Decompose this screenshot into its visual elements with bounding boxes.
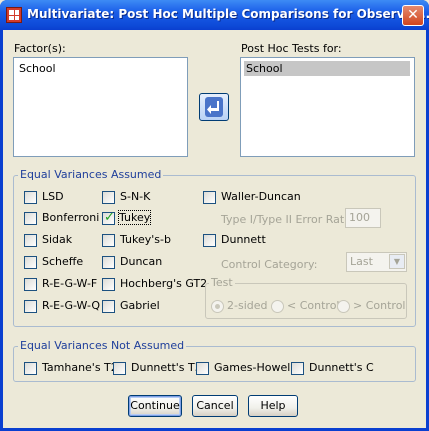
tukeys-b-checkbox[interactable] (102, 234, 115, 247)
dunnett-label[interactable]: Dunnett (221, 233, 266, 246)
games-howell-label[interactable]: Games-Howell (214, 361, 293, 374)
title-bar[interactable]: Multivariate: Post Hoc Multiple Comparis… (0, 0, 429, 30)
cancel-button[interactable]: Cancel (192, 395, 238, 417)
gabriel-checkbox[interactable] (102, 300, 115, 313)
waller-duncan-checkbox[interactable] (203, 191, 216, 204)
two-sided-radio[interactable] (211, 300, 224, 313)
posthoc-label: Post Hoc Tests for: (241, 42, 342, 55)
dialog-body: Factor(s): School Post Hoc Tests for: Sc… (3, 30, 426, 428)
two-sided-label[interactable]: 2-sided (227, 299, 268, 312)
control-category-label: Control Category: (221, 258, 318, 271)
tukeys-b-label[interactable]: Tukey's-b (120, 233, 171, 246)
bonferroni-label[interactable]: Bonferroni (42, 211, 99, 224)
tukey-label[interactable]: Tukey (117, 210, 152, 225)
lsd-label[interactable]: LSD (42, 190, 64, 203)
close-button[interactable]: ✕ (402, 5, 424, 26)
snk-label[interactable]: S-N-K (120, 190, 150, 203)
dunnett-t3-label[interactable]: Dunnett's T3 (131, 361, 202, 374)
posthoc-item-school[interactable]: School (244, 61, 410, 76)
sidak-label[interactable]: Sidak (42, 233, 72, 246)
less-control-label[interactable]: < Control (287, 299, 339, 312)
error-ratio-label: Type I/Type II Error Ratio: (221, 213, 358, 226)
error-ratio-input[interactable]: 100 (345, 208, 381, 228)
arrow-left-icon (205, 97, 223, 117)
chevron-down-icon: ▼ (389, 254, 405, 269)
bonferroni-checkbox[interactable] (24, 212, 37, 225)
factors-label: Factor(s): (14, 42, 66, 55)
tamhane-label[interactable]: Tamhane's T2 (42, 361, 118, 374)
sidak-checkbox[interactable] (24, 234, 37, 247)
dunnett-c-checkbox[interactable] (291, 362, 304, 375)
dunnett-checkbox[interactable] (203, 234, 216, 247)
dialog-window: Multivariate: Post Hoc Multiple Comparis… (0, 0, 429, 431)
games-howell-checkbox[interactable] (196, 362, 209, 375)
scheffe-label[interactable]: Scheffe (42, 255, 83, 268)
control-category-value: Last (350, 255, 373, 268)
tukey-checkbox[interactable] (102, 210, 115, 225)
control-category-select[interactable]: Last ▼ (346, 252, 407, 272)
window-title: Multivariate: Post Hoc Multiple Comparis… (27, 7, 429, 21)
duncan-checkbox[interactable] (102, 256, 115, 269)
test-legend: Test (209, 276, 235, 289)
move-button[interactable] (199, 93, 229, 121)
dunnett-c-label[interactable]: Dunnett's C (309, 361, 374, 374)
regwf-checkbox[interactable] (24, 278, 37, 291)
greater-control-label[interactable]: > Control (353, 299, 405, 312)
factors-listbox[interactable]: School (13, 57, 188, 157)
help-button[interactable]: Help (248, 395, 298, 417)
regwq-checkbox[interactable] (24, 300, 37, 313)
factor-item-school[interactable]: School (17, 61, 58, 76)
gabriel-label[interactable]: Gabriel (120, 299, 160, 312)
equal-variances-legend: Equal Variances Assumed (18, 168, 164, 181)
regwf-label[interactable]: R-E-G-W-F (42, 277, 97, 290)
dunnett-t3-checkbox[interactable] (113, 362, 126, 375)
hochberg-checkbox[interactable] (102, 278, 115, 291)
unequal-variances-legend: Equal Variances Not Assumed (18, 339, 187, 352)
waller-duncan-label[interactable]: Waller-Duncan (221, 190, 301, 203)
hochberg-label[interactable]: Hochberg's GT2 (120, 277, 207, 290)
greater-control-radio[interactable] (337, 300, 350, 313)
less-control-radio[interactable] (271, 300, 284, 313)
posthoc-listbox[interactable]: School (240, 57, 415, 157)
spss-table-icon (6, 7, 22, 23)
lsd-checkbox[interactable] (24, 191, 37, 204)
duncan-label[interactable]: Duncan (120, 255, 162, 268)
snk-checkbox[interactable] (102, 191, 115, 204)
tamhane-checkbox[interactable] (24, 362, 37, 375)
continue-button[interactable]: Continue (128, 395, 182, 417)
regwq-label[interactable]: R-E-G-W-Q (42, 299, 100, 312)
scheffe-checkbox[interactable] (24, 256, 37, 269)
